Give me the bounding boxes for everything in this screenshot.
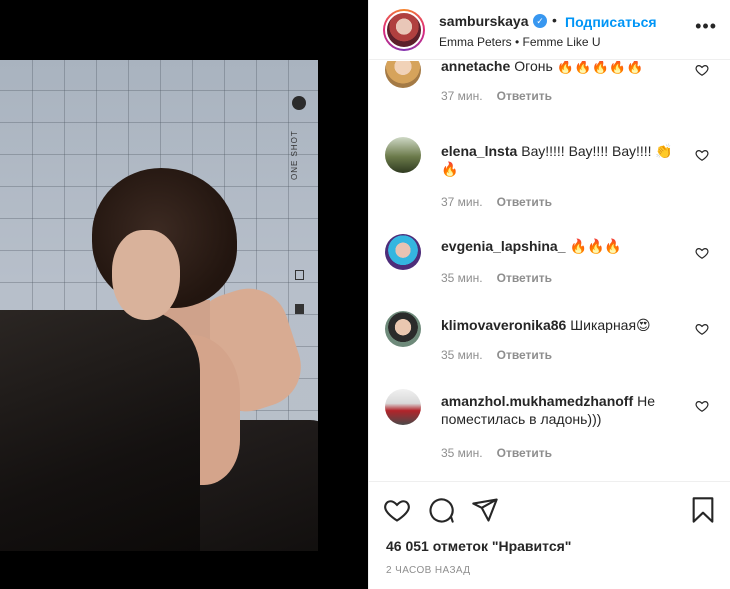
more-horizontal-icon[interactable]: •••	[695, 16, 717, 37]
grid-line	[0, 154, 318, 155]
reply-button[interactable]: Ответить	[497, 271, 552, 285]
photo-figure-jacket	[0, 310, 200, 551]
comment-text: Шикарная😍	[570, 317, 651, 333]
post-sidebar: samburskaya ✓ • Подписаться Emma Peters …	[368, 0, 730, 589]
save-bookmark-icon[interactable]	[689, 496, 717, 524]
reply-button[interactable]: Ответить	[497, 446, 552, 460]
comment-time: 35 мин.	[441, 271, 483, 285]
comment-meta: 35 мин. Ответить	[441, 348, 552, 362]
like-comment-heart-icon[interactable]	[695, 63, 709, 77]
commenter-avatar[interactable]	[385, 389, 421, 425]
comment-body: klimovaveronika86 Шикарная😍	[441, 316, 687, 334]
comment-body: annetache Огонь 🔥🔥🔥🔥🔥	[441, 61, 687, 75]
comment-text: 🔥🔥🔥	[569, 238, 622, 254]
commenter-username[interactable]: amanzhol.mukhamedzhanoff	[441, 393, 633, 409]
reply-button[interactable]: Ответить	[497, 89, 552, 103]
verified-badge-icon: ✓	[533, 14, 547, 28]
photo-side-text: ONE SHOT	[290, 130, 299, 180]
post-header: samburskaya ✓ • Подписаться Emma Peters …	[369, 0, 730, 60]
square-icon	[295, 270, 304, 280]
author-avatar[interactable]	[383, 9, 425, 51]
author-avatar-image	[385, 11, 423, 49]
reply-button[interactable]: Ответить	[497, 348, 552, 362]
like-comment-heart-icon[interactable]	[695, 246, 709, 260]
comment-time: 37 мин.	[441, 195, 483, 209]
commenter-avatar[interactable]	[385, 234, 421, 270]
comment-body: evgenia_lapshina_ 🔥🔥🔥	[441, 237, 687, 255]
audio-track-link[interactable]: Emma Peters • Femme Like U	[439, 35, 601, 49]
comment-meta: 35 мин. Ответить	[441, 446, 552, 460]
post-media[interactable]: ONE SHOT	[0, 0, 368, 589]
comment-time: 35 мин.	[441, 348, 483, 362]
likes-count[interactable]: 46 051 отметок "Нравится"	[386, 538, 571, 554]
photo-camera-ui: ONE SHOT	[290, 90, 306, 330]
grid-line	[0, 122, 318, 123]
comment-text: Огонь 🔥🔥🔥🔥🔥	[514, 61, 644, 74]
commenter-username[interactable]: evgenia_lapshina_	[441, 238, 566, 254]
like-comment-heart-icon[interactable]	[695, 322, 709, 336]
grid-line	[0, 90, 318, 91]
post-actions: 46 051 отметок "Нравится" 2 ЧАСОВ НАЗАД	[369, 481, 730, 589]
author-username[interactable]: samburskaya	[439, 13, 529, 29]
comment-bubble-icon[interactable]	[427, 496, 455, 524]
camera-button-icon	[292, 96, 306, 110]
post-photo[interactable]: ONE SHOT	[0, 60, 318, 551]
like-comment-heart-icon[interactable]	[695, 148, 709, 162]
comment-meta: 35 мин. Ответить	[441, 271, 552, 285]
commenter-username[interactable]: klimovaveronika86	[441, 317, 566, 333]
comment-meta: 37 мин. Ответить	[441, 89, 552, 103]
comment-meta: 37 мин. Ответить	[441, 195, 552, 209]
comment-time: 37 мин.	[441, 89, 483, 103]
comment-body: elena_lnsta Вау!!!!! Вау!!!! Вау!!!! 👏🔥	[441, 142, 687, 178]
commenter-username[interactable]: annetache	[441, 61, 510, 74]
commenter-avatar[interactable]	[385, 137, 421, 173]
commenter-username[interactable]: elena_lnsta	[441, 143, 517, 159]
reply-button[interactable]: Ответить	[497, 195, 552, 209]
commenter-avatar[interactable]	[385, 61, 421, 88]
like-comment-heart-icon[interactable]	[695, 399, 709, 413]
like-heart-icon[interactable]	[383, 496, 411, 524]
photo-figure-face	[112, 230, 180, 320]
commenter-avatar[interactable]	[385, 311, 421, 347]
comments-list[interactable]: annetache Огонь 🔥🔥🔥🔥🔥 37 мин. Ответить ele…	[369, 61, 730, 481]
share-send-icon[interactable]	[471, 496, 499, 524]
follow-button[interactable]: Подписаться	[565, 14, 657, 30]
comment-body: amanzhol.mukhamedzhanoff Не поместилась в…	[441, 392, 687, 428]
post-timestamp[interactable]: 2 ЧАСОВ НАЗАД	[386, 565, 470, 576]
filled-square-icon	[295, 304, 304, 314]
header-separator: •	[552, 12, 557, 28]
comment-time: 35 мин.	[441, 446, 483, 460]
